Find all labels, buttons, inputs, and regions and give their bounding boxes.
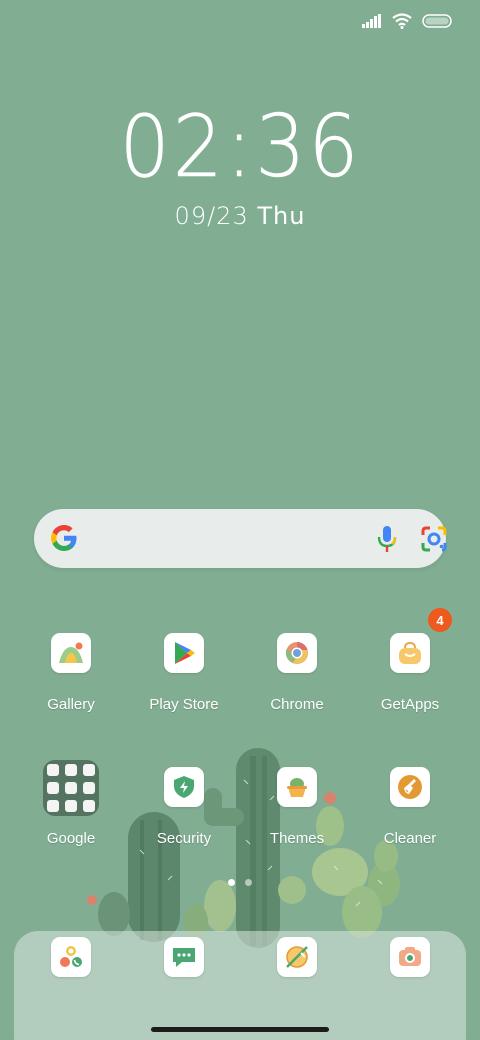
app-security[interactable]: Security [132, 767, 236, 847]
microphone-icon[interactable] [376, 524, 398, 554]
app-label: Gallery [47, 696, 95, 713]
browser-icon[interactable] [277, 937, 317, 977]
notification-badge: 4 [428, 608, 452, 632]
page-dot-active [228, 879, 235, 886]
app-play-store[interactable]: Play Store [132, 633, 236, 713]
security-icon [164, 767, 204, 807]
dock [14, 931, 466, 1040]
themes-icon [277, 767, 317, 807]
date-text: 09/23 [174, 202, 249, 230]
signal-icon [362, 14, 381, 28]
lock-clock-time[interactable]: 02:36 [0, 97, 480, 197]
app-getapps[interactable]: GetApps [358, 633, 462, 713]
google-folder-icon [43, 760, 99, 816]
messaging-icon[interactable] [164, 937, 204, 977]
search-input[interactable] [94, 509, 364, 568]
chrome-icon [277, 633, 317, 673]
clock-time-text: 02:36 [119, 97, 361, 197]
app-label: Cleaner [383, 830, 437, 847]
status-bar [362, 10, 452, 32]
google-logo-icon [51, 525, 77, 551]
app-themes[interactable]: Themes [245, 767, 349, 847]
gesture-home-bar[interactable] [151, 1027, 329, 1032]
app-label: Themes [269, 830, 325, 847]
app-label: Chrome [270, 696, 324, 713]
wifi-icon [392, 13, 412, 29]
phone-icon[interactable] [51, 937, 91, 977]
weekday-text: Thu [257, 202, 306, 230]
page-indicator [0, 879, 480, 886]
app-google-folder[interactable]: Google [19, 760, 123, 847]
camera-icon[interactable] [390, 937, 430, 977]
getapps-icon [390, 633, 430, 673]
play-store-icon [164, 633, 204, 673]
app-chrome[interactable]: Chrome [245, 633, 349, 713]
page-dot [245, 879, 252, 886]
app-label: Google [46, 830, 96, 847]
google-lens-icon[interactable] [420, 525, 448, 553]
cleaner-icon [390, 767, 430, 807]
app-label: GetApps [380, 696, 440, 713]
clock-date[interactable]: 09/23 Thu [0, 202, 480, 230]
app-gallery[interactable]: Gallery [19, 633, 123, 713]
app-cleaner[interactable]: Cleaner [358, 767, 462, 847]
google-search-bar[interactable] [34, 509, 448, 568]
app-label: Play Store [149, 696, 219, 713]
gallery-icon [51, 633, 91, 673]
app-label: Security [156, 830, 212, 847]
battery-icon [422, 14, 452, 28]
